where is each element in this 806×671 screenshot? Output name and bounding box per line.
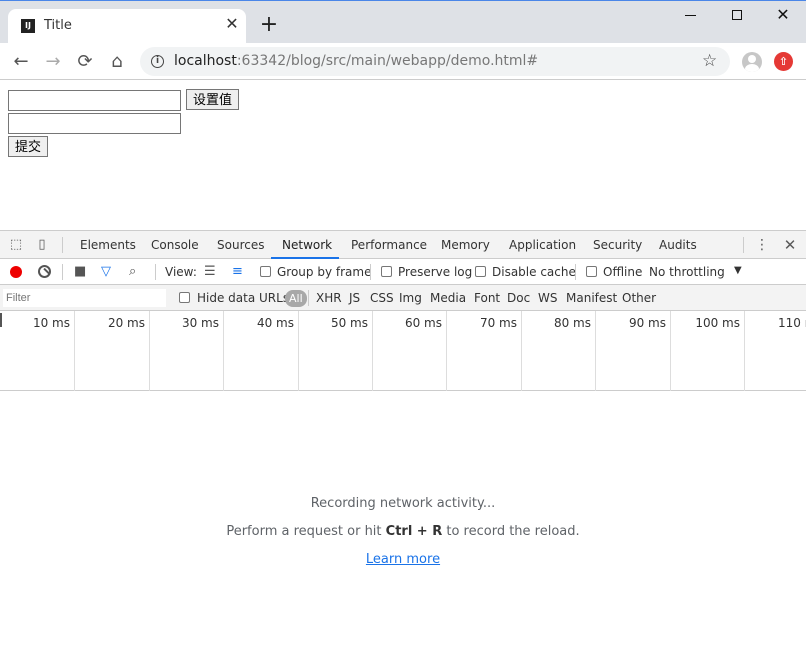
devtools-panel: ⬚ ▯ Elements Console Sources Network Per… <box>0 230 806 671</box>
more-options-icon[interactable]: ⋮ <box>754 237 770 253</box>
throttling-select[interactable]: No throttling <box>649 265 725 279</box>
timeline-tick-label: 50 ms <box>330 316 368 330</box>
close-icon[interactable]: ✕ <box>224 16 240 32</box>
shortcut-keys: Ctrl + R <box>385 524 443 539</box>
star-icon[interactable]: ☆ <box>702 51 717 71</box>
tab-application[interactable]: Application <box>509 231 576 259</box>
address-bar[interactable]: i localhost:63342/blog/src/main/webapp/d… <box>140 47 730 76</box>
network-toolbar: ■ ▽ ⌕ View: ☰ ≡ Group by frame Preserve … <box>0 259 806 285</box>
timeline-gridline <box>744 311 745 391</box>
offline-checkbox[interactable] <box>586 266 597 277</box>
search-icon[interactable]: ⌕ <box>129 264 136 279</box>
tab-strip: IJ Title ✕ + ✕ <box>0 0 806 44</box>
extension-icon[interactable]: ⇧ <box>774 52 793 71</box>
tab-network[interactable]: Network <box>271 231 339 259</box>
page-viewport: 设置值 提交 <box>0 81 806 230</box>
type-filter-manifest[interactable]: Manifest <box>566 291 617 305</box>
info-icon[interactable]: i <box>151 55 164 68</box>
disable-cache-checkbox[interactable] <box>475 266 486 277</box>
hide-data-urls-checkbox[interactable] <box>179 292 190 303</box>
type-filter-other[interactable]: Other <box>622 291 656 305</box>
divider <box>575 264 576 280</box>
profile-avatar-icon[interactable] <box>742 52 762 72</box>
timeline-tick-label: 10 ms <box>32 316 70 330</box>
browser-tab[interactable]: IJ Title ✕ <box>8 9 246 44</box>
view-label: View: <box>165 265 197 279</box>
divider <box>62 264 63 280</box>
device-toolbar-icon[interactable]: ▯ <box>34 237 50 253</box>
clear-icon[interactable] <box>38 265 51 278</box>
type-filter-all[interactable]: All <box>285 290 307 307</box>
network-overview-timeline[interactable]: 10 ms 20 ms 30 ms 40 ms 50 ms 60 ms 70 ms 80 ms… <box>0 311 806 391</box>
close-window-icon[interactable]: ✕ <box>768 5 798 25</box>
reload-icon[interactable]: ⟳ <box>73 50 97 74</box>
browser-toolbar: ← → ⟳ ⌂ i localhost:63342/blog/src/main/… <box>0 43 806 80</box>
type-filter-font[interactable]: Font <box>474 291 500 305</box>
timeline-tick-label: 70 ms <box>479 316 517 330</box>
filter-input[interactable] <box>3 289 166 307</box>
home-icon[interactable]: ⌂ <box>105 50 129 74</box>
type-filter-ws[interactable]: WS <box>538 291 557 305</box>
waterfall-view-icon[interactable]: ≡ <box>232 264 243 279</box>
tab-elements[interactable]: Elements <box>80 231 136 259</box>
set-value-button[interactable]: 设置值 <box>186 89 240 110</box>
learn-more-link[interactable]: Learn more <box>0 552 806 567</box>
intellij-icon: IJ <box>21 19 35 33</box>
tab-console[interactable]: Console <box>151 231 199 259</box>
type-filter-js[interactable]: JS <box>349 291 360 305</box>
divider <box>62 237 63 253</box>
type-filter-css[interactable]: CSS <box>370 291 394 305</box>
text-input-2[interactable] <box>8 113 181 134</box>
tab-performance[interactable]: Performance <box>351 231 427 259</box>
timeline-tick-label: 90 ms <box>628 316 666 330</box>
devtools-tab-bar: ⬚ ▯ Elements Console Sources Network Per… <box>0 231 806 259</box>
timeline-tick-label: 80 ms <box>553 316 591 330</box>
preserve-log-label: Preserve log <box>398 265 473 279</box>
back-arrow-icon[interactable]: ← <box>9 50 33 74</box>
divider <box>743 237 744 253</box>
preserve-log-checkbox[interactable] <box>381 266 392 277</box>
timeline-tick-label: 100 ms <box>695 316 740 330</box>
type-filter-doc[interactable]: Doc <box>507 291 530 305</box>
timeline-tick-label: 40 ms <box>256 316 294 330</box>
divider <box>308 290 309 306</box>
tab-audits[interactable]: Audits <box>659 231 697 259</box>
tab-title: Title <box>44 18 72 33</box>
chevron-down-icon[interactable]: ▼ <box>734 265 742 276</box>
filter-icon[interactable]: ▽ <box>101 264 111 279</box>
close-icon[interactable]: ✕ <box>782 237 798 253</box>
divider <box>155 264 156 280</box>
tab-sources[interactable]: Sources <box>217 231 264 259</box>
timeline-tick-label: 30 ms <box>181 316 219 330</box>
tab-memory[interactable]: Memory <box>441 231 490 259</box>
group-by-frame-checkbox[interactable] <box>260 266 271 277</box>
plus-icon[interactable]: + <box>258 14 280 36</box>
timeline-tick-label: 20 ms <box>107 316 145 330</box>
timeline-tick-label: 60 ms <box>404 316 442 330</box>
type-filter-img[interactable]: Img <box>399 291 422 305</box>
divider <box>370 264 371 280</box>
type-filter-xhr[interactable]: XHR <box>316 291 342 305</box>
record-icon[interactable] <box>10 266 22 278</box>
maximize-icon[interactable] <box>722 5 752 25</box>
minimize-icon[interactable] <box>675 5 705 25</box>
type-filter-media[interactable]: Media <box>430 291 466 305</box>
url-text: localhost:63342/blog/src/main/webapp/dem… <box>174 53 539 69</box>
inspect-element-icon[interactable]: ⬚ <box>8 237 24 253</box>
timeline-tick-label: 110 ms <box>778 316 806 330</box>
group-by-frame-label: Group by frame <box>277 265 372 279</box>
submit-button[interactable]: 提交 <box>8 136 49 157</box>
filter-bar: Hide data URLs All XHR JS CSS Img Media … <box>0 285 806 311</box>
empty-state-line2: Perform a request or hit Ctrl + R to rec… <box>226 524 580 539</box>
offline-label: Offline <box>603 265 643 279</box>
disable-cache-label: Disable cache <box>492 265 576 279</box>
text-input-1[interactable] <box>8 90 181 111</box>
tab-security[interactable]: Security <box>593 231 642 259</box>
list-view-icon[interactable]: ☰ <box>204 264 216 279</box>
forward-arrow-icon[interactable]: → <box>41 50 65 74</box>
hide-data-urls-label: Hide data URLs <box>197 291 290 305</box>
camera-icon[interactable]: ■ <box>74 264 86 279</box>
empty-state-line1: Recording network activity... <box>310 496 496 511</box>
